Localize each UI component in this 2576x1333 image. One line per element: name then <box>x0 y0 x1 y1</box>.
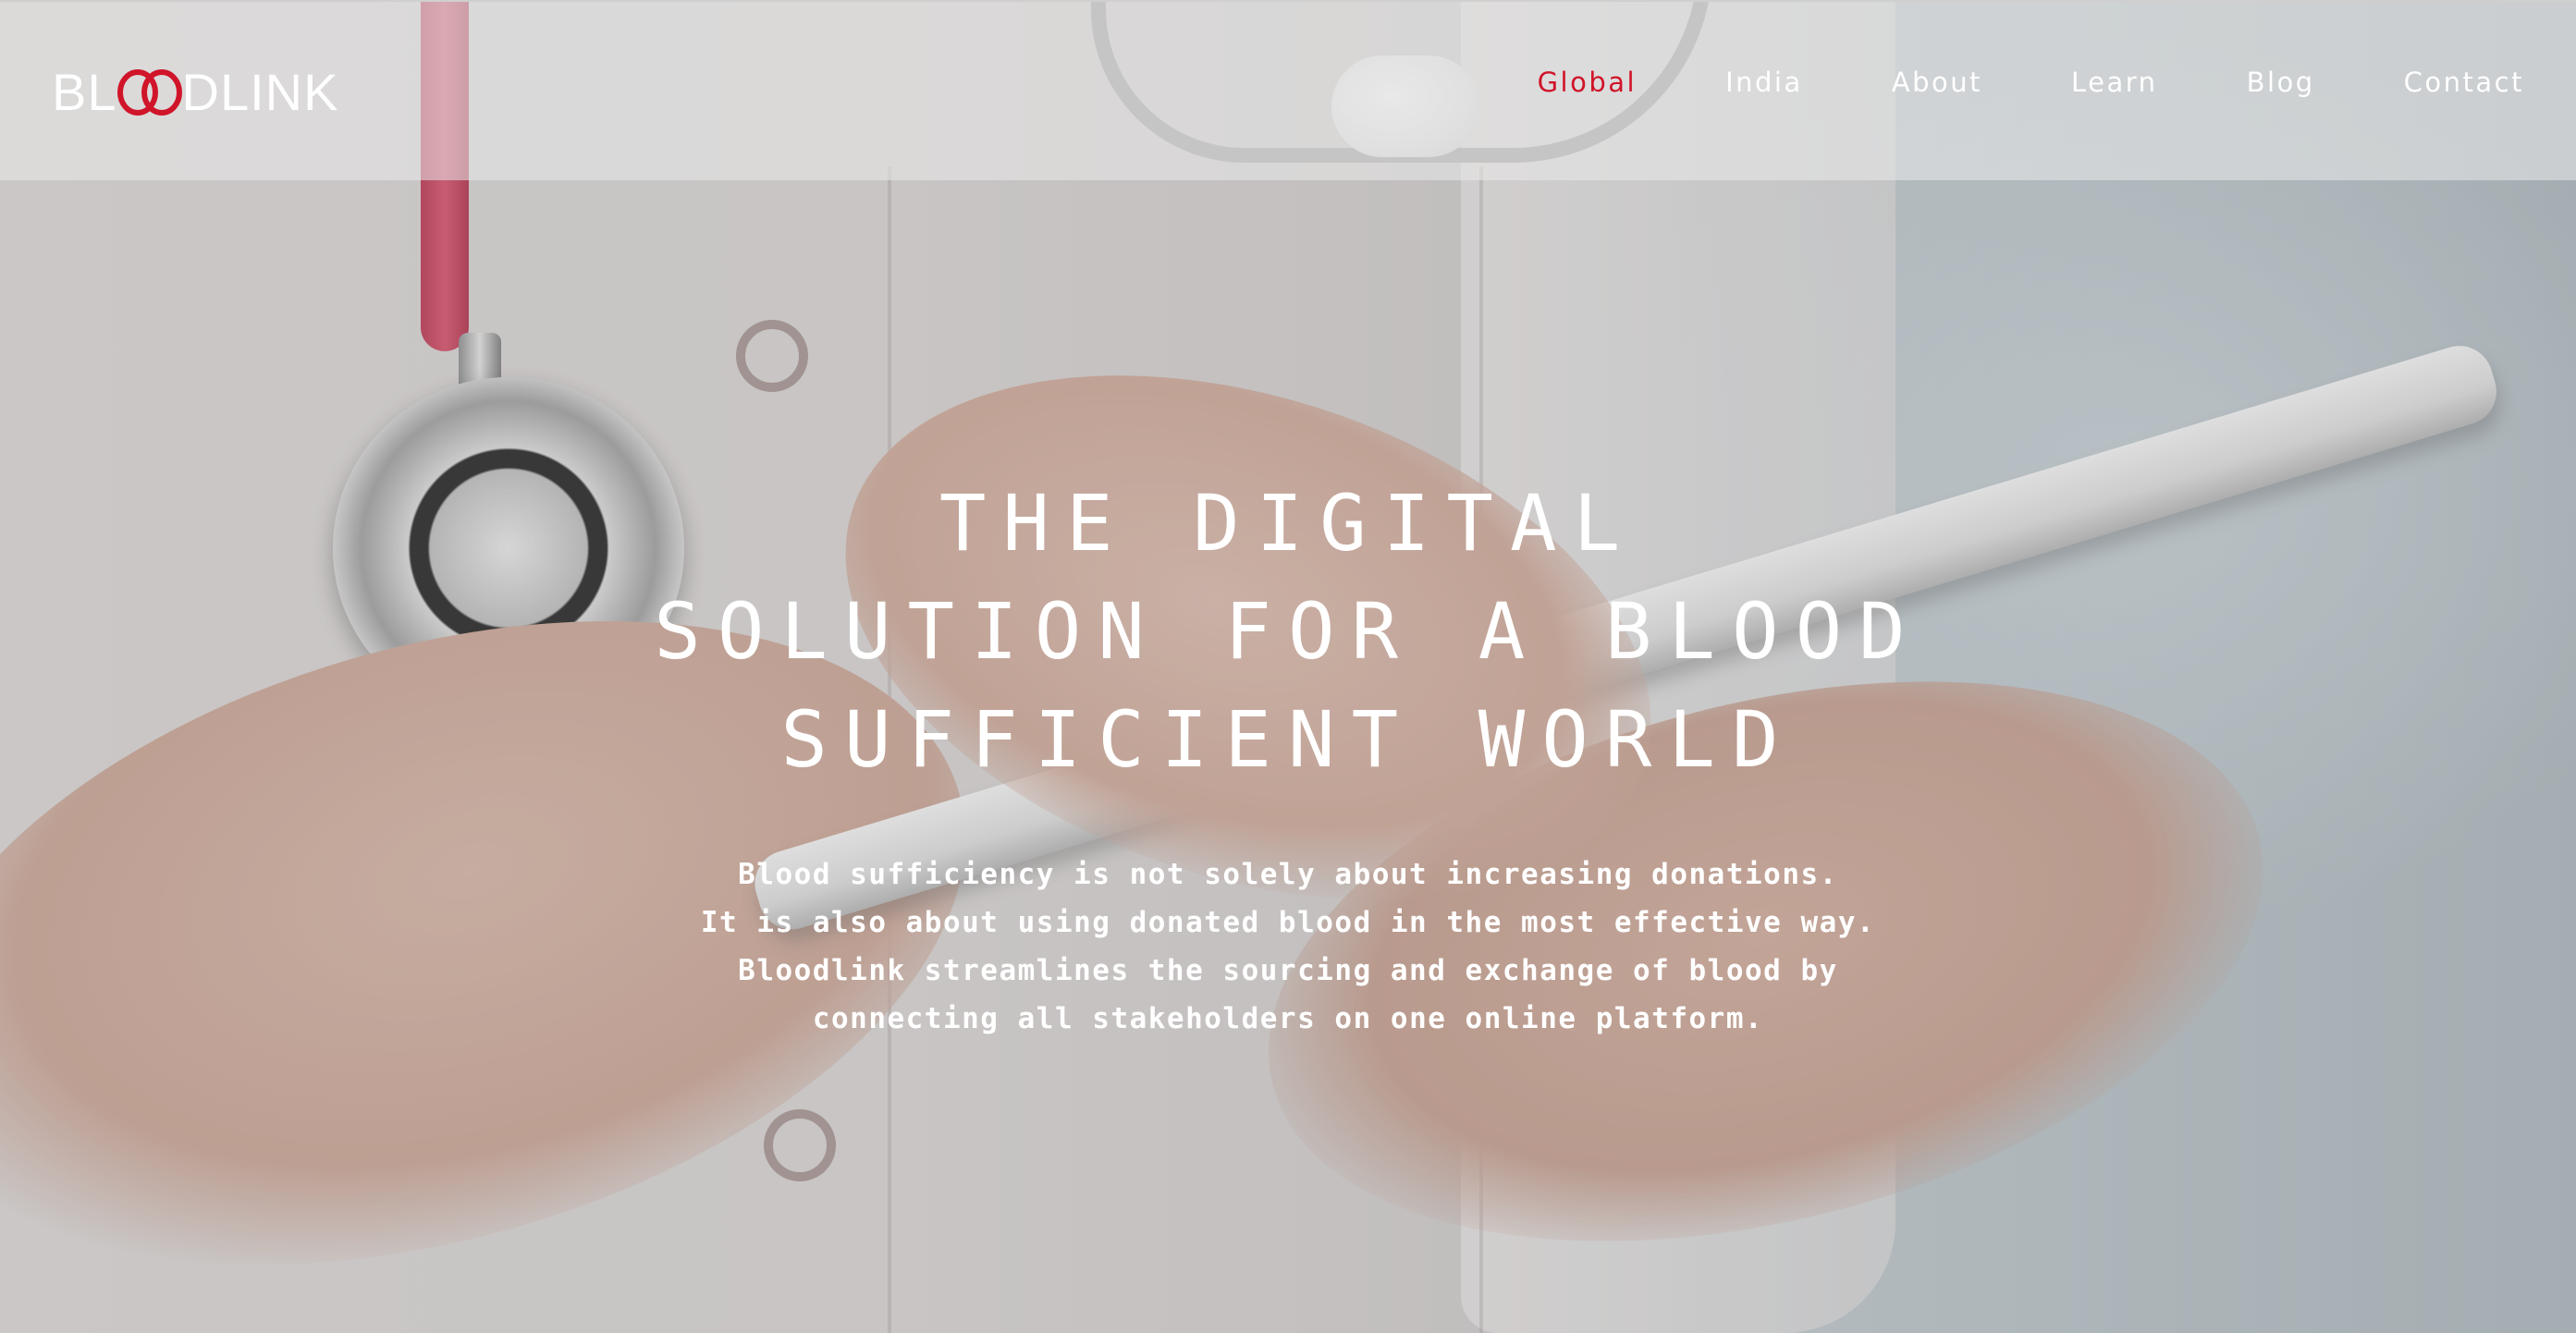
hero-headline: THE DIGITAL SOLUTION FOR A BLOOD SUFFICI… <box>0 470 2576 794</box>
description-line: Blood sufficiency is not solely about in… <box>738 858 1838 891</box>
description-line: It is also about using donated blood in … <box>700 906 1876 939</box>
hero-section: THE DIGITAL SOLUTION FOR A BLOOD SUFFICI… <box>0 0 2576 1333</box>
headline-line: SOLUTION FOR A BLOOD <box>654 586 1922 677</box>
description-line: Bloodlink streamlines the sourcing and e… <box>738 954 1838 987</box>
hero-description: Blood sufficiency is not solely about in… <box>0 850 2576 1043</box>
headline-line: SUFFICIENT WORLD <box>780 694 1796 785</box>
description-line: connecting all stakeholders on one onlin… <box>812 1002 1764 1035</box>
headline-line: THE DIGITAL <box>938 478 1638 569</box>
